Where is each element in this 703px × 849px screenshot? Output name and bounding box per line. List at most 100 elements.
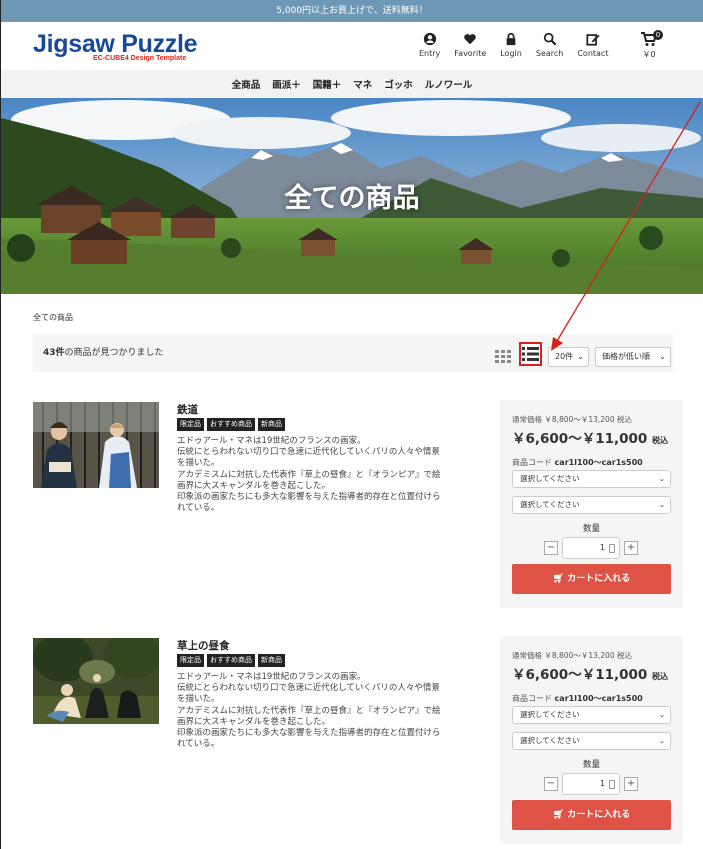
nav-item-gogh[interactable]: ゴッホ <box>384 77 413 91</box>
add-to-cart-button[interactable]: 🛒︎ カートに入れる <box>512 800 671 830</box>
results-suffix: の商品が見つかりました <box>64 348 164 358</box>
description-line: 伝統にとらわれない切り口で急速に近代化していくパリの人々や情景 <box>177 447 440 458</box>
spinner-icon[interactable] <box>609 780 615 789</box>
purchase-box: 通常価格 ￥8,800～￥13,200 税込 ￥6,600～￥11,000 税込… <box>500 636 683 844</box>
product-item: 鉄道 限定品 おすすめ商品 新商品 エドゥアール・マネは19世紀のフランスの画家… <box>33 400 683 612</box>
sale-price: ￥6,600～￥11,000 税込 <box>512 663 668 683</box>
product-name[interactable]: 鉄道 <box>177 402 198 417</box>
favorite-link[interactable]: Favorite <box>454 32 486 58</box>
product-tags: 限定品 おすすめ商品 新商品 <box>177 654 285 667</box>
per-page-select[interactable]: 20件 ⌄ <box>548 347 589 367</box>
tag-recommended: おすすめ商品 <box>207 418 255 431</box>
product-description: エドゥアール・マネは19世紀のフランスの画家。 伝統にとらわれない切り口で急速に… <box>177 672 477 750</box>
login-link[interactable]: Login <box>500 32 522 58</box>
product-code-label: 商品コード <box>512 458 552 467</box>
chevron-down-icon: ⌄ <box>577 352 584 361</box>
quantity-input[interactable]: 1 <box>562 537 620 559</box>
description-line: エドゥアール・マネは19世紀のフランスの画家。 <box>177 436 366 446</box>
chevron-down-icon: ⌄ <box>658 500 665 509</box>
nav-item-school[interactable]: 画派＋ <box>272 77 301 91</box>
option-select-2[interactable]: 選択してください ⌄ <box>512 732 671 750</box>
site-header: Jigsaw Puzzle EC-CUBE4 Design Template E… <box>1 22 703 70</box>
hero-banner: 全ての商品 <box>1 98 703 294</box>
product-code-value: car1l100～car1s500 <box>554 458 643 467</box>
description-line: アカデミスムに対抗した代表作『草上の昼食』と『オランピア』で絵 <box>177 469 441 480</box>
favorite-label: Favorite <box>454 49 487 58</box>
entry-label: Entry <box>419 49 441 58</box>
quantity-stepper: − 1 + <box>544 773 638 795</box>
product-item: 草上の昼食 限定品 おすすめ商品 新商品 エドゥアール・マネは19世紀のフランス… <box>33 636 683 848</box>
option-select-1[interactable]: 選択してください ⌄ <box>512 470 671 488</box>
site-logo[interactable]: Jigsaw Puzzle EC-CUBE4 Design Template <box>33 32 198 63</box>
nav-item-manet[interactable]: マネ <box>353 77 372 91</box>
product-tags: 限定品 おすすめ商品 新商品 <box>177 418 285 431</box>
tag-new: 新商品 <box>258 654 285 667</box>
quantity-label: 数量 <box>582 760 600 770</box>
entry-link[interactable]: Entry <box>419 32 440 58</box>
quantity-input[interactable]: 1 <box>562 773 620 795</box>
description-line: を描いた。 <box>177 458 220 469</box>
cart-icon: 🛒︎ <box>552 574 565 584</box>
description-line: 画界に大スキャンダルを巻き起こした。 <box>177 480 331 491</box>
sort-select[interactable]: 価格が低い順 ⌄ <box>595 347 671 367</box>
chevron-down-icon: ⌄ <box>659 352 666 361</box>
sale-price-value: ￥6,600～￥11,000 <box>512 431 648 447</box>
quantity-plus-button[interactable]: + <box>624 541 638 555</box>
description-line: 印象派の画家たちにも多大な影響を与えた指導者的存在と位置付けら <box>177 492 441 503</box>
quantity-value: 1 <box>599 779 605 788</box>
cart-count-badge: 0 <box>653 30 663 40</box>
search-link[interactable]: Search <box>536 32 563 58</box>
nav-item-nationality[interactable]: 国籍＋ <box>313 77 342 91</box>
product-name[interactable]: 草上の昼食 <box>177 638 230 653</box>
product-code-value: car1l100～car1s500 <box>554 694 643 703</box>
option-select-2[interactable]: 選択してください ⌄ <box>512 496 671 514</box>
spinner-icon[interactable] <box>609 544 615 553</box>
option-select-value: 選択してください <box>520 474 580 483</box>
grid-view-icon[interactable] <box>495 350 511 363</box>
description-line: れている。 <box>177 739 220 750</box>
user-circle-icon <box>423 32 436 46</box>
add-to-cart-button[interactable]: 🛒︎ カートに入れる <box>512 564 671 594</box>
contact-link[interactable]: Contact <box>577 32 608 58</box>
list-view-button[interactable] <box>519 342 542 366</box>
quantity-minus-button[interactable]: − <box>544 541 558 555</box>
chevron-down-icon: ⌄ <box>658 474 665 483</box>
quantity-stepper: − 1 + <box>544 537 638 559</box>
chevron-down-icon: ⌄ <box>658 736 665 745</box>
option-select-value: 選択してください <box>520 710 580 719</box>
product-code-label: 商品コード <box>512 694 552 703</box>
login-label: Login <box>500 49 522 58</box>
product-code: 商品コード car1l100～car1s500 <box>512 693 643 704</box>
cart-link[interactable]: 0 ￥0 <box>641 30 663 60</box>
add-to-cart-label: カートに入れる <box>567 574 631 584</box>
painting-luncheon-image <box>33 638 159 724</box>
header-icons: Entry Favorite Login Search Contact <box>419 32 622 58</box>
description-line: を描いた。 <box>177 694 220 705</box>
cart-icon: 🛒︎ <box>552 810 565 820</box>
quantity-plus-button[interactable]: + <box>624 777 638 791</box>
results-number: 43件 <box>43 348 65 358</box>
search-icon <box>543 32 557 46</box>
heart-icon <box>464 34 477 45</box>
hero-title: 全ての商品 <box>284 183 420 214</box>
normal-price: 通常価格 ￥8,800～￥13,200 税込 <box>512 415 632 424</box>
description-line: 伝統にとらわれない切り口で急速に近代化していくパリの人々や情景 <box>177 683 440 694</box>
nav-item-renoir[interactable]: ルノワール <box>425 77 473 91</box>
sale-price: ￥6,600～￥11,000 税込 <box>512 427 668 447</box>
lock-icon <box>506 32 516 46</box>
description-line: アカデミスムに対抗した代表作『草上の昼食』と『オランピア』で絵 <box>177 705 441 716</box>
product-image[interactable] <box>33 402 159 488</box>
results-bar: 43件の商品が見つかりました 20件 ⌄ 価格が低い順 ⌄ <box>33 334 673 372</box>
list-view-icon <box>522 347 539 361</box>
free-shipping-banner: 5,000円以上お買上げで、送料無料！ <box>1 0 703 22</box>
quantity-minus-button[interactable]: − <box>544 777 558 791</box>
product-image[interactable] <box>33 638 159 724</box>
results-count: 43件の商品が見つかりました <box>43 345 164 358</box>
breadcrumb[interactable]: 全ての商品 <box>33 312 73 323</box>
description-line: 印象派の画家たちにも多大な影響を与えた指導者的存在と位置付けら <box>177 728 441 739</box>
tag-new: 新商品 <box>258 418 285 431</box>
product-code: 商品コード car1l100～car1s500 <box>512 457 643 468</box>
description-line: れている。 <box>177 503 220 514</box>
option-select-1[interactable]: 選択してください ⌄ <box>512 706 671 724</box>
nav-item-all[interactable]: 全商品 <box>232 77 261 91</box>
